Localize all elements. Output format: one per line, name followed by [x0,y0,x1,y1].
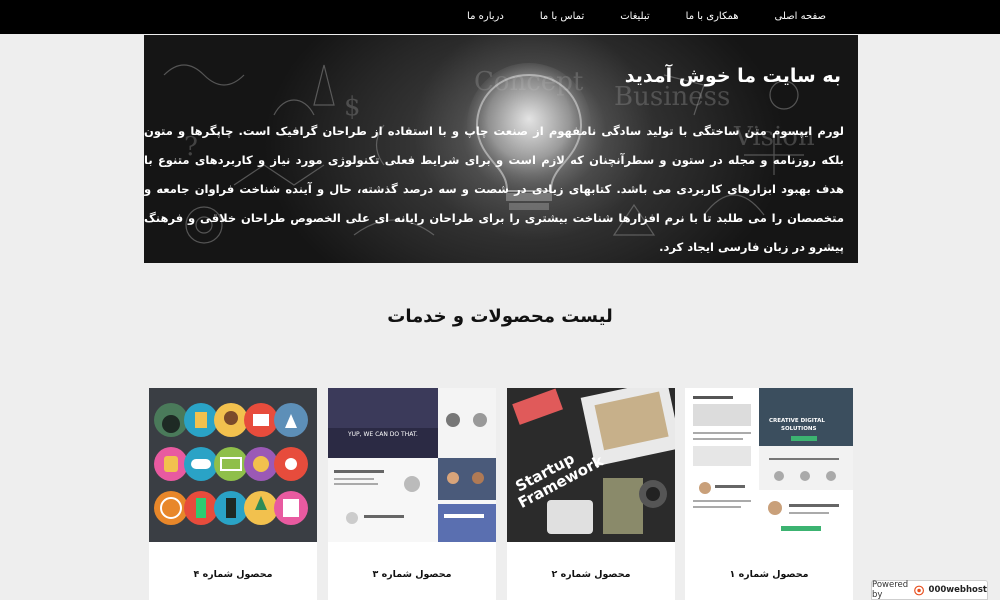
svg-text:YUP, WE CAN DO THAT.: YUP, WE CAN DO THAT. [347,431,418,438]
product-card-1[interactable]: CREATIVE DIGITAL SOLUTIONS محصول شماره ۱ [685,388,853,600]
nav-menu: صفحه اصلی همکاری با ما تبلیغات تماس با م… [449,0,844,34]
product-list: محصول شماره ۴ YUP, WE CAN DO THAT. محصول… [0,388,1000,600]
product-card-2[interactable]: Startup Framework محصول شماره ۲ [507,388,675,600]
product-card-3[interactable]: YUP, WE CAN DO THAT. محصول شماره ۳ [328,388,496,600]
product-label-4: محصول شماره ۴ [193,569,273,580]
product-image-3: YUP, WE CAN DO THAT. [328,388,496,542]
hero-paragraph: لورم ایپسوم متن ساختگی با تولید سادگی نا… [144,124,844,254]
svg-text:CREATIVE DIGITAL: CREATIVE DIGITAL [769,418,825,424]
nav-item-about[interactable]: درباره ما [449,0,522,34]
product-image-2: Startup Framework [507,388,675,542]
hosting-badge[interactable]: Powered by 000webhost [871,580,988,600]
product-image-4 [149,388,317,542]
badge-prefix: Powered by [872,580,909,600]
product-card-4[interactable]: محصول شماره ۴ [149,388,317,600]
hero-banner: $ Business Concept Vision ? به سایت ما خ… [144,35,858,263]
product-label-1: محصول شماره ۱ [729,569,809,580]
webhost-logo-icon [914,585,925,595]
nav-item-advertising[interactable]: تبلیغات [602,0,667,34]
product-image-1: CREATIVE DIGITAL SOLUTIONS [685,388,853,542]
badge-brand: 000webhost [928,585,987,595]
svg-text:SOLUTIONS: SOLUTIONS [781,426,816,432]
nav-item-contact[interactable]: تماس با ما [522,0,602,34]
nav-item-cooperation[interactable]: همکاری با ما [668,0,757,34]
hero-title: به سایت ما خوش آمدید [624,65,841,87]
top-navbar: صفحه اصلی همکاری با ما تبلیغات تماس با م… [0,0,1000,34]
nav-item-home[interactable]: صفحه اصلی [757,0,844,34]
products-section-title: لیست محصولات و خدمات [387,306,613,327]
product-label-2: محصول شماره ۲ [551,569,631,580]
product-label-3: محصول شماره ۳ [372,569,452,580]
